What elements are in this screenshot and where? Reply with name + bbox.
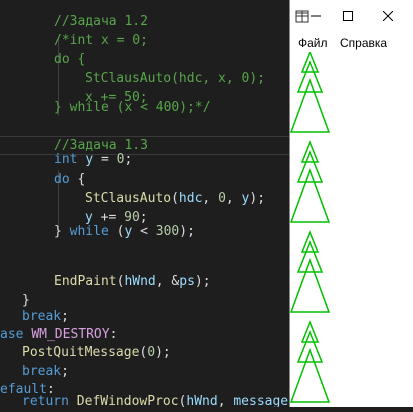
- code-token: /*int x = 0;: [54, 33, 148, 48]
- minimize-icon: [311, 15, 321, 17]
- code-token: } while (x < 400);*/: [54, 100, 211, 115]
- code-line: break;: [22, 307, 69, 326]
- code-token: ase: [0, 327, 24, 342]
- code-token: }: [22, 293, 30, 308]
- code-token: :: [109, 327, 118, 342]
- code-token: y: [85, 152, 94, 167]
- code-token: ,: [202, 191, 219, 206]
- code-token: DefWindowProc: [76, 394, 179, 407]
- code-token: ,: [225, 191, 242, 206]
- tree-triangle: [296, 239, 324, 273]
- code-line: //Задача 1.2: [54, 12, 148, 31]
- code-token: ;: [124, 152, 133, 167]
- code-line: break;: [22, 362, 69, 381]
- code-token: );: [179, 224, 195, 239]
- code-line: EndPaint(hWnd, &ps);: [54, 272, 211, 291]
- menu-file[interactable]: Файл: [298, 36, 328, 50]
- code-line: int y = 0;: [54, 150, 132, 169]
- code-line: } while (y < 300);: [54, 222, 195, 241]
- code-token: , &: [155, 274, 180, 289]
- tree-triangle: [296, 59, 324, 93]
- code-line: ase WM_DESTROY:: [0, 325, 117, 344]
- code-token: do: [54, 172, 70, 187]
- code-token: (: [108, 224, 125, 239]
- code-token: WM_DESTROY: [31, 327, 110, 342]
- code-token: hdc: [178, 191, 203, 206]
- code-token: do {: [54, 52, 86, 67]
- close-button[interactable]: [368, 0, 408, 32]
- tree: [289, 229, 331, 313]
- code-token: }: [54, 224, 70, 239]
- code-token: (: [171, 191, 179, 206]
- code-token: 0: [218, 191, 226, 206]
- code-token: PostQuitMessage: [22, 345, 140, 360]
- code-token: {: [69, 172, 86, 187]
- code-line: do {: [54, 50, 85, 69]
- code-token: StClausAuto(hdc, x, 0);: [85, 71, 266, 86]
- code-token: 300: [155, 224, 180, 239]
- code-token: StClausAuto: [85, 191, 172, 206]
- window-titlebar[interactable]: [290, 0, 413, 32]
- code-token: ,: [217, 394, 234, 407]
- menu-bar: Файл Справка: [290, 32, 413, 52]
- tree-triangle: [289, 77, 331, 133]
- menu-help[interactable]: Справка: [340, 36, 387, 50]
- code-line: return DefWindowProc(hWnd, message,: [22, 392, 290, 407]
- tree-triangle: [296, 329, 324, 363]
- tree-triangle: [289, 347, 331, 403]
- code-line: do {: [54, 170, 85, 189]
- code-token: );: [155, 345, 171, 360]
- code-token: message: [233, 394, 289, 407]
- code-line: /*int x = 0;: [54, 31, 148, 50]
- tree-triangle: [296, 149, 324, 183]
- code-token: =: [93, 152, 117, 167]
- tree: [289, 139, 331, 223]
- code-token: while: [69, 224, 109, 239]
- tree-triangle: [289, 257, 331, 313]
- code-token: 0: [147, 345, 156, 360]
- code-token: EndPaint: [54, 274, 117, 289]
- code-token: );: [194, 274, 211, 289]
- code-token: ps: [179, 274, 195, 289]
- code-token: break: [22, 309, 62, 324]
- app-window: Файл Справка: [289, 0, 413, 407]
- code-line: } while (x < 400);*/: [54, 98, 211, 117]
- maximize-icon: [343, 11, 353, 21]
- code-token: int: [54, 152, 78, 167]
- code-line: StClausAuto(hdc, x, 0);: [85, 69, 265, 88]
- code-token: );: [249, 191, 266, 206]
- code-token: <: [132, 224, 156, 239]
- code-token: return: [22, 394, 69, 407]
- code-token: //Задача 1.2: [54, 14, 148, 29]
- close-icon: [383, 11, 393, 21]
- tree: [289, 319, 331, 403]
- drawing-canvas: [289, 49, 413, 407]
- code-line: PostQuitMessage(0);: [22, 343, 171, 362]
- tree: [289, 49, 331, 133]
- code-editor[interactable]: //Задача 1.2/*int x = 0; do {StClausAuto(…: [0, 0, 290, 407]
- code-token: hWnd: [186, 394, 218, 407]
- code-token: break: [22, 364, 62, 379]
- tree-triangle: [289, 167, 331, 223]
- maximize-button[interactable]: [328, 0, 368, 32]
- code-line: StClausAuto(hdc, 0, y);: [85, 189, 265, 208]
- trees-drawing: [289, 49, 331, 403]
- code-token: ;: [61, 364, 69, 379]
- code-token: ;: [61, 309, 69, 324]
- code-token: hWnd: [124, 274, 156, 289]
